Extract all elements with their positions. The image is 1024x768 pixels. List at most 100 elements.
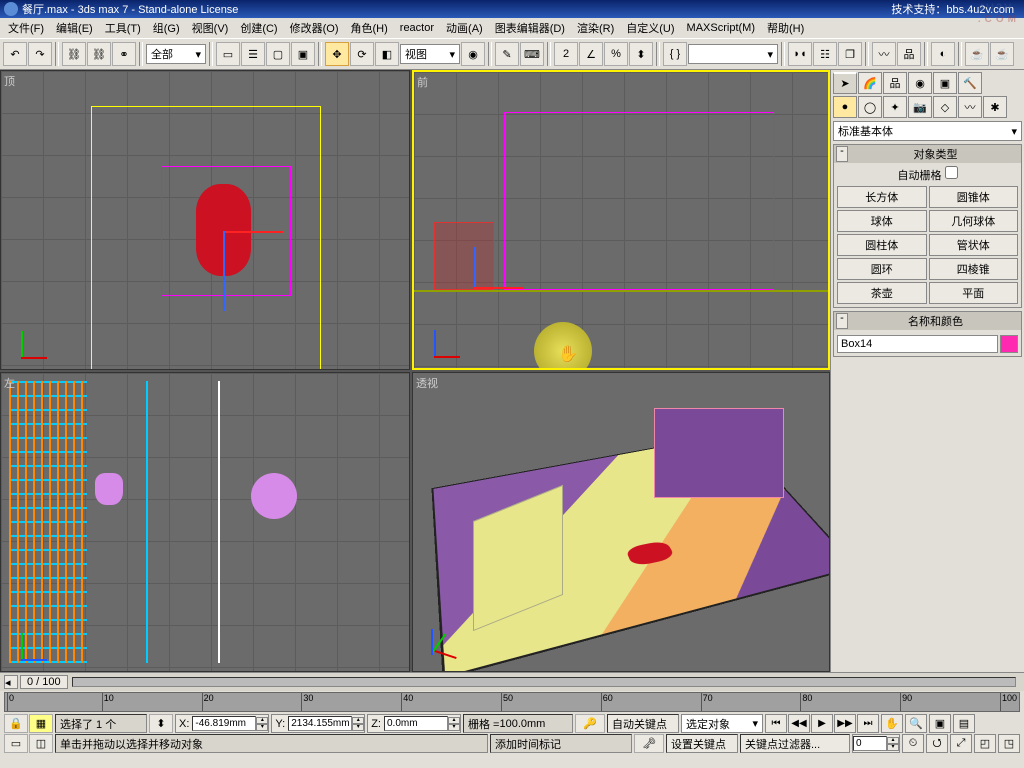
layer-button[interactable]: ❐ [838,42,862,66]
timeslider-collapse[interactable]: ◂ [4,675,18,689]
link-button[interactable]: ⛓ [62,42,86,66]
spinner-snap-button[interactable]: ⬍ [629,42,653,66]
menu-item[interactable]: 角色(H) [345,19,394,37]
menu-item[interactable]: 渲染(R) [571,19,620,37]
color-swatch[interactable] [1000,335,1018,353]
cat-helpers[interactable]: ◇ [933,96,957,118]
timeline[interactable]: 0102030405060708090100 [4,692,1020,712]
timeslider-track[interactable] [72,677,1016,687]
key-big-button[interactable]: 🗝 [634,734,664,753]
key-filter-button[interactable]: 关键点过滤器... [740,734,850,753]
curve-editor-button[interactable]: 〰 [872,42,896,66]
x-input[interactable] [192,716,256,731]
render-scene-button[interactable]: ☕ [965,42,989,66]
window-crossing-button[interactable]: ▣ [291,42,315,66]
quick-render-button[interactable]: ☕ [990,42,1014,66]
tab-modify[interactable]: 🌈 [858,72,882,94]
bind-button[interactable]: ⚭ [112,42,136,66]
timeslider-frame[interactable]: 0 / 100 [20,675,68,689]
y-input[interactable] [288,716,352,731]
cat-systems[interactable]: ✱ [983,96,1007,118]
tab-create[interactable]: ➤ [833,72,857,94]
cat-shapes[interactable]: ◯ [858,96,882,118]
xform-typein-button[interactable]: ⬍ [149,714,173,733]
select-rect-button[interactable]: ▢ [266,42,290,66]
selection-filter-combo[interactable]: 全部▾ [146,44,206,64]
abs-rel-button[interactable]: ▦ [29,714,53,733]
named-sel-combo[interactable]: ▾ [688,44,778,64]
menu-item[interactable]: reactor [394,21,440,35]
key-target-combo[interactable]: 选定对象▾ [681,714,763,733]
snap-angle-button[interactable]: ∠ [579,42,603,66]
move-button[interactable]: ✥ [325,42,349,66]
nav-maxview-button[interactable]: ◰ [974,734,996,753]
goto-end-button[interactable]: ⏭ [857,714,879,733]
something-button[interactable]: ◫ [29,734,53,753]
menu-item[interactable]: 工具(T) [99,19,147,37]
menu-item[interactable]: 帮助(H) [761,19,810,37]
viewport-left[interactable]: 左 [0,372,410,672]
keyboard-button[interactable]: ⌨ [520,42,544,66]
time-config-button[interactable]: ⏲ [902,734,924,753]
select-name-button[interactable]: ☰ [241,42,265,66]
autogrid-check[interactable] [945,166,958,179]
named-sel-button[interactable]: { } [663,42,687,66]
play-button[interactable]: ▶ [811,714,833,733]
z-input[interactable] [384,716,448,731]
object-type-button[interactable]: 平面 [929,282,1019,304]
menu-item[interactable]: 创建(C) [234,19,283,37]
schematic-button[interactable]: 品 [897,42,921,66]
menu-item[interactable]: 图表编辑器(D) [489,19,571,37]
menu-item[interactable]: 组(G) [147,19,186,37]
material-button[interactable]: ◐ [931,42,955,66]
nav-zoom-button[interactable]: 🔍 [905,714,927,733]
cat-spacewarps[interactable]: 〰 [958,96,982,118]
nav-fov-button[interactable]: ▤ [953,714,975,733]
menu-item[interactable]: MAXScript(M) [681,21,761,35]
object-name-input[interactable] [837,335,998,353]
menu-item[interactable]: 自定义(U) [620,19,680,37]
align-button[interactable]: ☷ [813,42,837,66]
mirror-button[interactable]: ◗◖ [788,42,812,66]
snap-percent-button[interactable]: % [604,42,628,66]
unlink-button[interactable]: ⛓ [87,42,111,66]
cat-geometry[interactable]: ● [833,96,857,118]
tab-hierarchy[interactable]: 品 [883,72,907,94]
ref-coord-combo[interactable]: 视图▾ [400,44,460,64]
object-type-button[interactable]: 几何球体 [929,210,1019,232]
tab-display[interactable]: ▣ [933,72,957,94]
viewport-perspective[interactable]: 透视 [412,372,830,672]
viewport-front[interactable]: 前 ✋ [412,70,830,370]
object-type-button[interactable]: 茶壶 [837,282,927,304]
manipulate-button[interactable]: ✎ [495,42,519,66]
menu-item[interactable]: 文件(F) [2,19,50,37]
primitive-combo[interactable]: 标准基本体▾ [833,121,1022,141]
object-type-button[interactable]: 圆锥体 [929,186,1019,208]
cat-lights[interactable]: ✦ [883,96,907,118]
tab-utilities[interactable]: 🔨 [958,72,982,94]
nav-orbit-button[interactable]: ⭯ [926,734,948,753]
object-type-button[interactable]: 圆环 [837,258,927,280]
undo-button[interactable]: ↶ [3,42,27,66]
add-time-tag[interactable]: 添加时间标记 [490,734,632,753]
object-type-button[interactable]: 长方体 [837,186,927,208]
menu-item[interactable]: 编辑(E) [50,19,99,37]
selection-lock-button[interactable]: 🔒 [4,714,28,733]
goto-start-button[interactable]: ⏮ [765,714,787,733]
snap-2d-button[interactable]: 2 [554,42,578,66]
menu-item[interactable]: 动画(A) [440,19,489,37]
pivot-button[interactable]: ◉ [461,42,485,66]
isolate-button[interactable]: ▭ [4,734,28,753]
viewport-top[interactable]: 顶 [0,70,410,370]
nav-dolly-button[interactable]: ⤢ [950,734,972,753]
nav-minmax-button[interactable]: ◳ [998,734,1020,753]
next-frame-button[interactable]: ▶▶ [834,714,856,733]
menu-item[interactable]: 视图(V) [186,19,235,37]
redo-button[interactable]: ↷ [28,42,52,66]
object-type-button[interactable]: 球体 [837,210,927,232]
cat-cameras[interactable]: 📷 [908,96,932,118]
nav-zoomext-button[interactable]: ▣ [929,714,951,733]
object-type-button[interactable]: 圆柱体 [837,234,927,256]
nav-pan-button[interactable]: ✋ [881,714,903,733]
rotate-button[interactable]: ⟳ [350,42,374,66]
